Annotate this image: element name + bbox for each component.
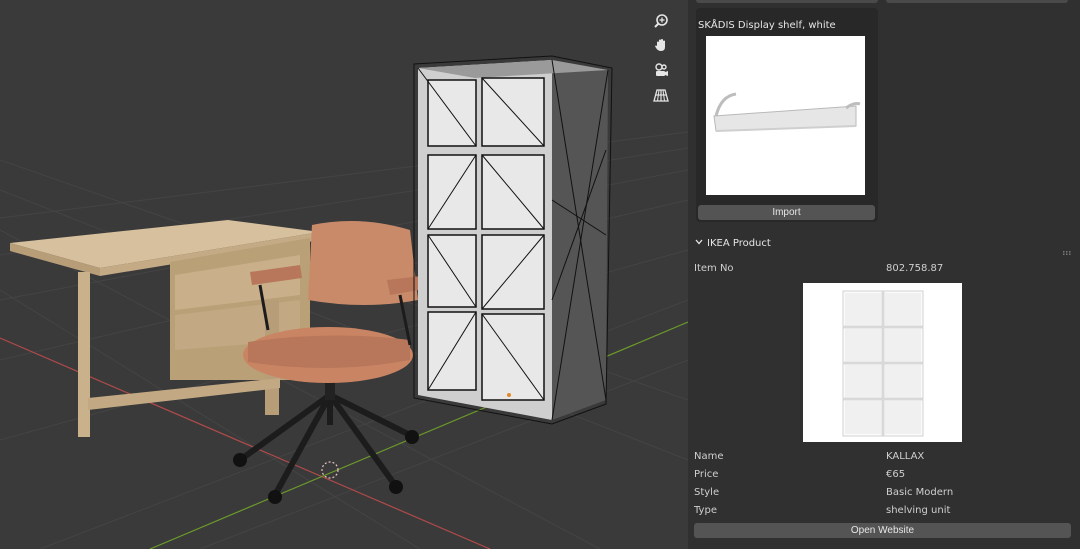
pan-hand-icon[interactable]: [649, 33, 673, 57]
item-no-value: 802.758.87: [886, 263, 944, 274]
item-no-label: Item No: [694, 263, 734, 274]
perspective-grid-icon[interactable]: [649, 83, 673, 107]
drag-grip-icon[interactable]: [1063, 240, 1073, 255]
result-title: SKÅDIS Display shelf, white: [698, 20, 836, 31]
style-value: Basic Modern: [886, 487, 954, 498]
ikea-product-header[interactable]: IKEA Product: [694, 237, 771, 250]
name-value: KALLAX: [886, 451, 925, 462]
price-value: €65: [886, 469, 906, 480]
desk-model: [10, 220, 320, 437]
import-button[interactable]: Import: [698, 205, 875, 220]
type-label: Type: [694, 505, 717, 516]
result-thumbnail[interactable]: [706, 36, 865, 195]
zoom-icon[interactable]: [649, 9, 673, 33]
ikea-sidebar-panel: SKÅDIS Display shelf, white Import IKEA …: [688, 0, 1080, 549]
neighbor-card-edge: [886, 0, 1068, 3]
scene-render: [0, 55, 688, 549]
style-label: Style: [694, 487, 720, 498]
3d-viewport[interactable]: [0, 0, 688, 549]
camera-view-icon[interactable]: [649, 58, 673, 82]
type-value: shelving unit: [886, 505, 951, 516]
section-title: IKEA Product: [707, 238, 771, 249]
product-image: [803, 283, 962, 442]
name-label: Name: [694, 451, 724, 462]
search-result-card: SKÅDIS Display shelf, white Import: [696, 8, 878, 222]
kallax-shelf-model: [413, 55, 613, 425]
chevron-down-icon: [694, 237, 704, 250]
price-label: Price: [694, 469, 719, 480]
open-website-button[interactable]: Open Website: [694, 523, 1071, 538]
previous-card-edge: [696, 0, 878, 3]
